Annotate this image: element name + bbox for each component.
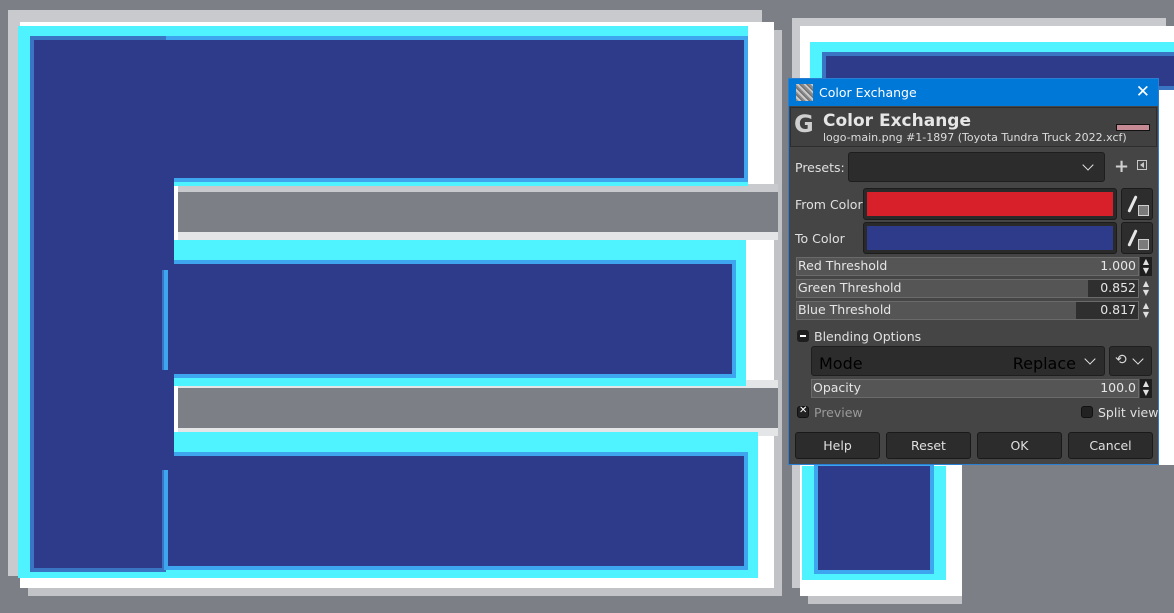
green-threshold-slider[interactable]: Green Threshold 0.852 ▲ ▼ — [796, 279, 1152, 298]
from-color-button[interactable] — [863, 188, 1117, 220]
slider-label: Opacity — [813, 380, 862, 395]
header-subtitle: logo-main.png #1-1897 (Toyota Tundra Tru… — [823, 131, 1127, 144]
slider-value[interactable]: 100.0 — [1100, 380, 1136, 395]
spin-arrows-icon[interactable]: ▲ ▼ — [1140, 257, 1152, 276]
to-color-button[interactable] — [863, 222, 1117, 254]
chevron-down-icon — [1082, 159, 1094, 171]
spin-arrows-icon[interactable]: ▲ ▼ — [1140, 301, 1152, 320]
cancel-button[interactable]: Cancel — [1068, 432, 1153, 459]
spin-arrows-icon[interactable]: ▲ ▼ — [1140, 379, 1152, 398]
slider-label: Red Threshold — [798, 258, 888, 273]
slider-value[interactable]: 0.852 — [1100, 280, 1136, 295]
mode-value: Replace — [1012, 354, 1076, 373]
chevron-down-icon — [1132, 353, 1144, 365]
collapse-icon[interactable] — [797, 330, 809, 342]
preview-checkbox[interactable]: ✕ — [797, 405, 809, 418]
ok-button[interactable]: OK — [977, 432, 1062, 459]
slider-label: Blue Threshold — [798, 302, 892, 317]
mode-combo[interactable]: Mode Replace — [811, 346, 1105, 376]
slider-value[interactable]: 1.000 — [1100, 258, 1136, 273]
image-thumbnail — [1116, 124, 1150, 131]
gimp-logo-icon: G — [794, 110, 814, 138]
window-title: Color Exchange — [819, 85, 917, 100]
to-color-picker-button[interactable] — [1121, 222, 1153, 254]
to-color-swatch — [867, 226, 1113, 250]
letter-fill — [34, 40, 744, 178]
from-color-swatch — [867, 192, 1113, 216]
opacity-slider[interactable]: Opacity 100.0 ▲ ▼ — [811, 379, 1152, 398]
red-threshold-slider[interactable]: Red Threshold 1.000 ▲ ▼ — [796, 257, 1152, 276]
letter-gap — [178, 388, 778, 428]
dialog-header: G Color Exchange logo-main.png #1-1897 (… — [790, 107, 1157, 147]
mode-label: Mode — [819, 354, 863, 373]
to-color-label: To Color — [795, 231, 845, 246]
slider-label: Green Threshold — [798, 280, 902, 295]
slider-value[interactable]: 0.817 — [1100, 302, 1136, 317]
letter-fill — [168, 264, 732, 374]
close-icon[interactable]: ✕ — [1136, 82, 1150, 102]
preview-label[interactable]: Preview — [814, 405, 863, 420]
reset-icon: ⟲ — [1115, 352, 1127, 368]
eyedropper-icon — [1127, 195, 1138, 213]
from-color-label: From Color — [795, 197, 863, 212]
from-color-picker-button[interactable] — [1121, 188, 1153, 220]
check-icon: ✕ — [799, 405, 808, 416]
blue-threshold-slider[interactable]: Blue Threshold 0.817 ▲ ▼ — [796, 301, 1152, 320]
chevron-down-icon — [1084, 353, 1096, 365]
plus-icon[interactable]: + — [1114, 156, 1129, 177]
letter-fill — [34, 170, 174, 270]
letter-fill — [818, 466, 930, 570]
letter-fill — [168, 456, 744, 566]
title-bar[interactable]: Color Exchange ✕ — [789, 79, 1158, 106]
eyedropper-swatch — [1138, 239, 1149, 250]
reset-button[interactable]: Reset — [886, 432, 971, 459]
mode-reset-menu-button[interactable]: ⟲ — [1109, 346, 1152, 376]
eyedropper-icon — [1127, 229, 1138, 247]
split-view-checkbox[interactable] — [1081, 406, 1093, 418]
help-button[interactable]: Help — [795, 432, 880, 459]
spin-arrows-icon[interactable]: ▲ ▼ — [1140, 279, 1152, 298]
presets-combo[interactable] — [848, 152, 1105, 182]
presets-menu-icon[interactable] — [1137, 160, 1147, 170]
letter-fill — [34, 370, 174, 470]
canvas-background — [962, 465, 1174, 613]
letter-gap — [178, 192, 778, 232]
header-title: Color Exchange — [823, 111, 971, 131]
presets-label: Presets: — [795, 160, 845, 175]
split-view-label[interactable]: Split view — [1098, 405, 1158, 420]
app-icon — [796, 84, 813, 101]
eyedropper-swatch — [1138, 205, 1149, 216]
blending-options-label[interactable]: Blending Options — [814, 329, 921, 344]
